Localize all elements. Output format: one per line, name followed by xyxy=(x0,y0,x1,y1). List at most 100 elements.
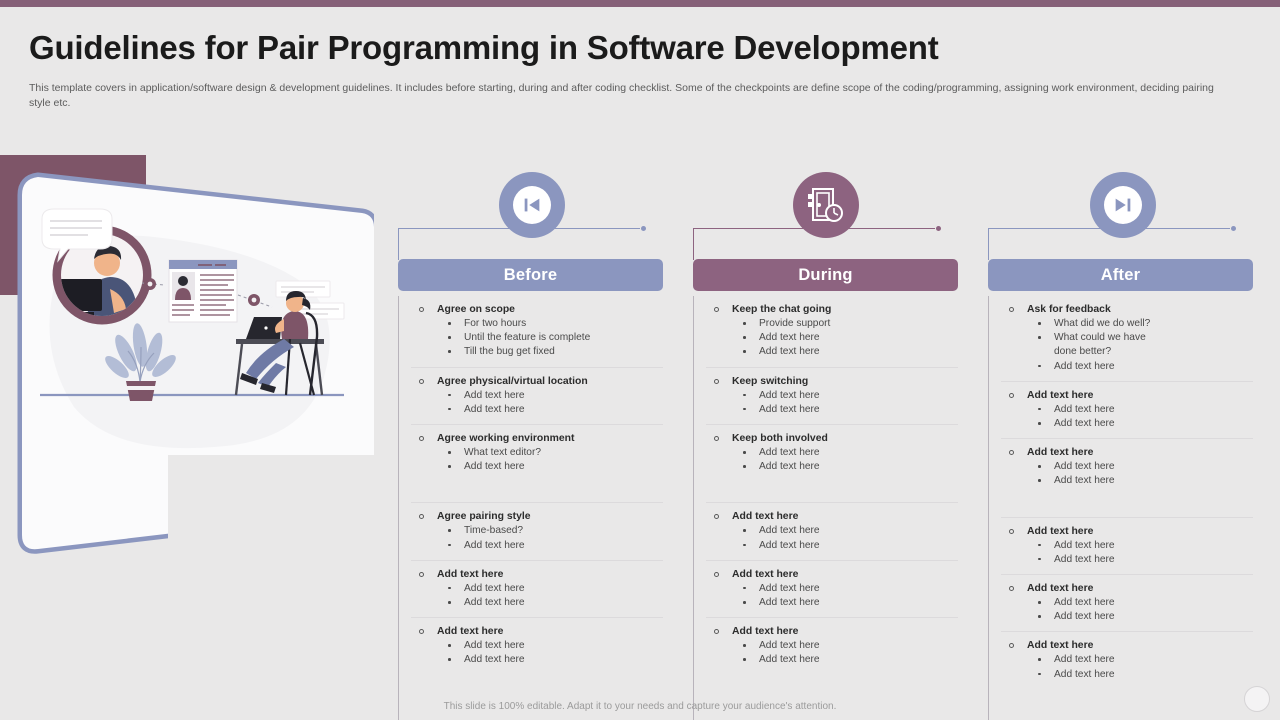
column-header-after[interactable]: After xyxy=(988,259,1253,291)
group-item: Add text here xyxy=(1001,668,1253,682)
checklist-group: Add text here Add text here Add text her… xyxy=(1001,382,1253,440)
dot-bullet-icon xyxy=(1038,407,1041,411)
dot-bullet-icon xyxy=(448,644,451,647)
connector-horizontal xyxy=(398,228,640,229)
dot-bullet-icon xyxy=(1038,322,1041,325)
dot-bullet-icon xyxy=(743,465,746,468)
group-item: Add text here xyxy=(706,582,958,596)
checklist-group: Agree on scope For two hours Until the f… xyxy=(411,296,663,368)
group-item: Add text here xyxy=(1001,539,1253,553)
group-item: Add text here xyxy=(1001,417,1253,431)
dot-bullet-icon xyxy=(743,658,746,661)
illustration xyxy=(0,155,408,720)
circle-bullet-icon xyxy=(419,629,424,635)
connector-dot xyxy=(936,226,941,231)
group-item: Add text here xyxy=(1001,474,1253,488)
group-item: Provide support xyxy=(706,317,958,331)
checklist-group: Add text here Add text here Add text her… xyxy=(1001,575,1253,633)
checklist-group: Agree pairing style Time-based? Add text… xyxy=(411,503,663,561)
group-item: Add text here xyxy=(706,389,958,403)
connector-vertical xyxy=(693,228,694,260)
checklist-group: Keep the chat going Provide support Add … xyxy=(706,296,958,368)
group-heading: Add text here xyxy=(411,568,663,582)
dot-bullet-icon xyxy=(743,322,746,325)
group-item: Add text here xyxy=(411,389,663,403)
dot-bullet-icon xyxy=(448,586,451,590)
column-header-during[interactable]: During xyxy=(693,259,958,291)
group-heading: Agree working environment xyxy=(411,432,663,446)
group-heading: Add text here xyxy=(706,510,958,524)
top-accent-bar xyxy=(0,0,1280,7)
circle-bullet-icon xyxy=(714,571,719,577)
group-item: Add text here xyxy=(706,446,958,460)
dot-bullet-icon xyxy=(448,543,451,547)
connector-dot xyxy=(641,226,646,231)
dot-bullet-icon xyxy=(743,393,746,397)
group-heading: Add text here xyxy=(706,568,958,582)
group-item: Add text here xyxy=(1001,460,1253,474)
dot-bullet-icon xyxy=(743,407,746,411)
dot-bullet-icon xyxy=(743,529,746,532)
checklist-group: Add text here Add text here Add text her… xyxy=(411,561,663,619)
circle-bullet-icon xyxy=(419,307,424,312)
dot-bullet-icon xyxy=(448,529,451,532)
dot-bullet-icon xyxy=(1038,543,1041,547)
checklist-group: Add text here Add text here Add text her… xyxy=(706,503,958,561)
group-item: For two hours xyxy=(411,317,663,331)
group-item-continuation: done better? xyxy=(1054,346,1112,358)
corner-badge[interactable] xyxy=(1244,686,1270,712)
group-item: Add text here xyxy=(706,653,958,667)
dot-bullet-icon xyxy=(743,601,746,604)
group-item: Add text here xyxy=(706,403,958,417)
illustration-mask xyxy=(168,455,408,720)
group-heading: Add text here xyxy=(411,625,663,639)
group-heading: Add text here xyxy=(1001,525,1253,539)
dot-bullet-icon xyxy=(448,350,451,353)
dot-bullet-icon xyxy=(743,586,746,590)
group-item: Add text here xyxy=(411,539,663,553)
circle-bullet-icon xyxy=(1009,586,1014,592)
circle-bullet-icon xyxy=(419,514,424,520)
checklist-group: Keep both involved Add text here Add tex… xyxy=(706,425,958,504)
group-heading: Keep both involved xyxy=(706,432,958,446)
group-item: Add text here xyxy=(411,596,663,610)
connector-horizontal xyxy=(988,228,1230,229)
connector-top-during xyxy=(693,226,958,260)
circle-bullet-icon xyxy=(419,436,424,442)
circle-bullet-icon xyxy=(419,571,424,577)
slide-canvas: Guidelines for Pair Programming in Softw… xyxy=(0,0,1280,720)
column-body-during: Keep the chat going Provide support Add … xyxy=(693,296,958,720)
dot-bullet-icon xyxy=(448,601,451,604)
circle-bullet-icon xyxy=(1009,643,1014,649)
dot-bullet-icon xyxy=(448,393,451,397)
connector-top-before xyxy=(398,226,663,260)
group-item: What text editor? xyxy=(411,446,663,460)
dot-bullet-icon xyxy=(1038,479,1041,482)
group-item: Add text here xyxy=(706,639,958,653)
group-heading: Keep the chat going xyxy=(706,303,958,317)
circle-bullet-icon xyxy=(714,629,719,635)
dot-bullet-icon xyxy=(1038,672,1041,676)
dot-bullet-icon xyxy=(1038,557,1041,561)
group-item: Add text here xyxy=(706,596,958,610)
group-item: Until the feature is complete xyxy=(411,331,663,345)
group-item: Add text here xyxy=(411,403,663,417)
dot-bullet-icon xyxy=(743,350,746,353)
group-item: Add text here xyxy=(1001,653,1253,667)
group-heading: Add text here xyxy=(706,625,958,639)
dot-bullet-icon xyxy=(448,451,451,454)
group-item: Add text here xyxy=(411,653,663,667)
page-title: Guidelines for Pair Programming in Softw… xyxy=(29,29,939,66)
group-item: Add text here xyxy=(706,331,958,345)
checklist-group: Agree physical/virtual location Add text… xyxy=(411,368,663,426)
column-header-before[interactable]: Before xyxy=(398,259,663,291)
connector-dot xyxy=(1231,226,1236,231)
group-item: Add text here xyxy=(706,524,958,538)
connector-horizontal xyxy=(693,228,935,229)
group-heading: Add text here xyxy=(1001,389,1253,403)
group-heading: Ask for feedback xyxy=(1001,303,1253,317)
group-item: Add text here xyxy=(411,582,663,596)
connector-vertical xyxy=(398,228,399,260)
column-body-after: Ask for feedback What did we do well? Wh… xyxy=(988,296,1253,720)
door-clock-icon xyxy=(808,188,843,222)
